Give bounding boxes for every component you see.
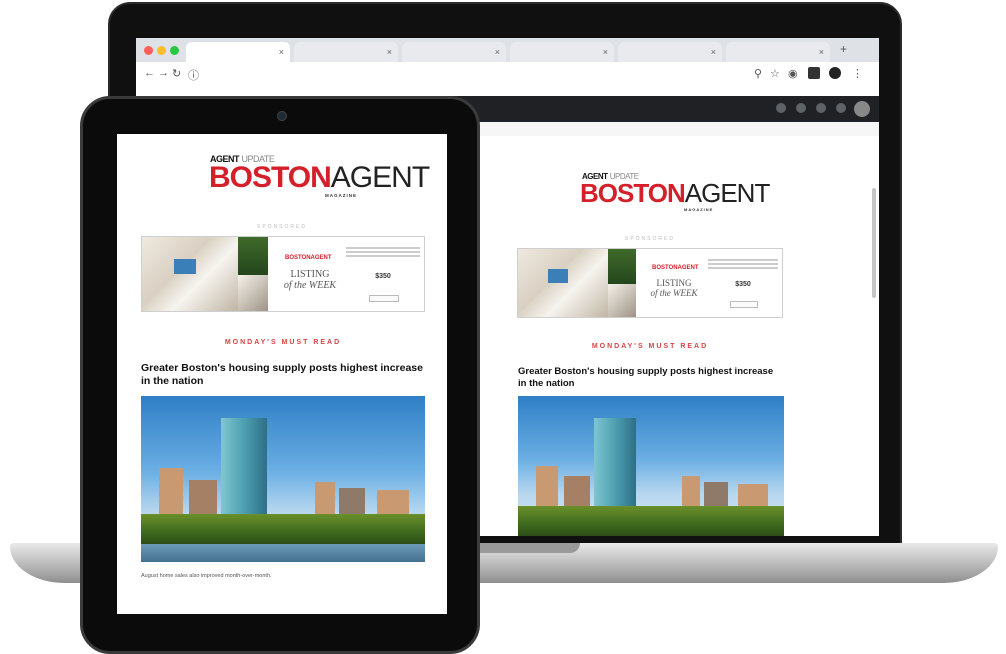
article-headline[interactable]: Greater Boston's housing supply posts hi…: [141, 362, 427, 388]
logo-magazine-text: MAGAZINE: [325, 193, 357, 198]
settings-icon[interactable]: [796, 103, 806, 113]
close-tab-icon[interactable]: ×: [495, 47, 500, 57]
browser-tab-3[interactable]: ×: [402, 42, 506, 62]
ad-living-room-photo: [142, 237, 238, 311]
ad-description-lines: [346, 245, 420, 259]
browser-tab-5[interactable]: ×: [618, 42, 722, 62]
article-caption: August home sales also improved month-ov…: [141, 573, 272, 579]
ad-brand-logo: BOSTONAGENT: [652, 265, 699, 271]
logo-magazine-text: MAGAZINE: [684, 207, 714, 212]
ad-price: $350: [735, 281, 751, 288]
photo-hancock-tower: [221, 418, 267, 528]
sponsored-label: SPONSORED: [625, 236, 675, 242]
listing-ad-banner[interactable]: BOSTONAGENT LISTING of the WEEK $350: [141, 236, 425, 312]
site-logo[interactable]: BOSTONAGENT: [209, 161, 430, 194]
ad-price: $350: [375, 273, 391, 280]
logo-agent-large-text: AGENT: [684, 178, 771, 208]
avatar[interactable]: [854, 101, 870, 117]
site-logo[interactable]: BOSTONAGENT: [580, 178, 771, 208]
ad-plant-photo: [238, 237, 268, 275]
ad-kitchen-photo: [608, 284, 636, 317]
logo-agent-large-text: AGENT: [330, 161, 430, 194]
sponsored-label: SPONSORED: [257, 224, 307, 230]
ad-description-lines: [708, 257, 778, 271]
info-icon[interactable]: ⓘ: [188, 67, 199, 83]
photo-trees: [141, 514, 425, 544]
close-tab-icon[interactable]: ×: [279, 47, 284, 57]
ad-tv-graphic: [548, 269, 568, 283]
ad-listing-line2: of the WEEK: [650, 287, 698, 298]
help-icon[interactable]: [776, 103, 786, 113]
ad-learn-more-button[interactable]: [730, 301, 758, 308]
close-tab-icon[interactable]: ×: [603, 47, 608, 57]
ad-listing-title: LISTING of the WEEK: [642, 278, 706, 299]
ad-listing-title: LISTING of the WEEK: [276, 269, 344, 291]
browser-tab-bar: × × × × × × +: [136, 38, 879, 62]
article-headline[interactable]: Greater Boston's housing supply posts hi…: [518, 366, 784, 390]
article-photo-boston-skyline[interactable]: [518, 396, 784, 536]
photo-water: [141, 544, 425, 562]
window-minimize-button[interactable]: [157, 46, 166, 55]
photo-trees: [518, 506, 784, 536]
logo-boston-text: BOSTON: [580, 178, 686, 208]
browser-tab-1[interactable]: ×: [186, 42, 290, 62]
scrollbar[interactable]: [872, 188, 876, 298]
browser-tab-2[interactable]: ×: [294, 42, 398, 62]
tablet-screen: AGENT UPDATE BOSTONAGENT MAGAZINE SPONSO…: [117, 134, 447, 614]
reload-icon[interactable]: ↻: [172, 67, 181, 80]
section-label-must-read: MONDAY'S MUST READ: [224, 339, 342, 346]
ad-learn-more-button[interactable]: [369, 295, 399, 302]
ad-kitchen-photo: [238, 275, 268, 311]
profile-icon[interactable]: [808, 67, 820, 79]
section-label-must-read: MONDAY'S MUST READ: [591, 343, 709, 350]
menu-icon[interactable]: ⋮: [852, 67, 863, 80]
close-tab-icon[interactable]: ×: [711, 47, 716, 57]
notifications-icon[interactable]: [836, 103, 846, 113]
tablet-camera: [277, 111, 287, 121]
forward-icon[interactable]: →: [158, 67, 169, 79]
apps-icon[interactable]: [816, 103, 826, 113]
search-icon[interactable]: ⚲: [754, 67, 762, 80]
ad-tv-graphic: [174, 259, 196, 274]
extension-icon[interactable]: ◉: [788, 67, 798, 80]
back-icon[interactable]: ←: [144, 67, 155, 79]
star-icon[interactable]: ☆: [770, 67, 780, 80]
new-tab-icon[interactable]: +: [840, 42, 847, 56]
ad-listing-line2: of the WEEK: [283, 280, 337, 291]
browser-tab-6[interactable]: ×: [726, 42, 830, 62]
logo-boston-text: BOSTON: [209, 161, 332, 194]
window-close-button[interactable]: [144, 46, 153, 55]
article-photo-boston-skyline[interactable]: [141, 396, 425, 562]
browser-toolbar: ← → ↻ ⓘ ⚲ ☆ ◉ ⋮: [136, 62, 879, 87]
window-maximize-button[interactable]: [170, 46, 179, 55]
ad-listing-line1: LISTING: [290, 269, 330, 280]
close-tab-icon[interactable]: ×: [819, 47, 824, 57]
listing-ad-banner[interactable]: BOSTONAGENT LISTING of the WEEK $350: [517, 248, 783, 318]
account-icon[interactable]: [829, 67, 841, 79]
ad-living-room-photo: [518, 249, 608, 317]
photo-hancock-tower: [594, 418, 636, 518]
ad-plant-photo: [608, 249, 636, 284]
ad-brand-logo: BOSTONAGENT: [285, 255, 332, 261]
close-tab-icon[interactable]: ×: [387, 47, 392, 57]
browser-tab-4[interactable]: ×: [510, 42, 614, 62]
